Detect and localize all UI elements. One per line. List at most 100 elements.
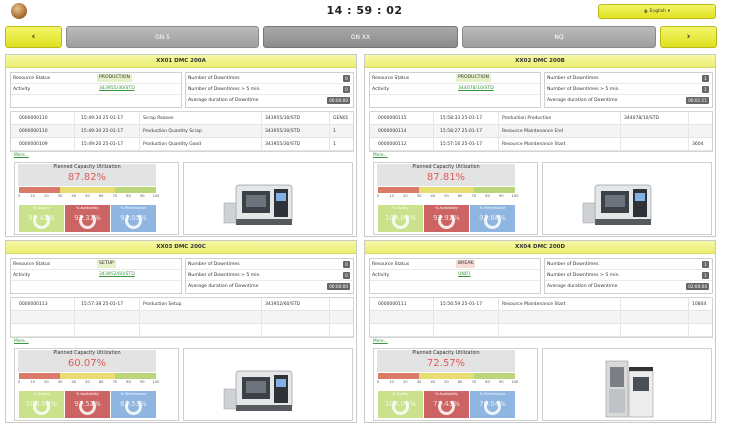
table-row[interactable]: 0000000111 15:56:59 25-01-17 Resource Ma…	[370, 298, 712, 311]
axis-tick: 90	[499, 380, 504, 384]
event-id: 0000000109	[19, 142, 48, 147]
scale-red	[19, 373, 61, 379]
table-row[interactable]: 0000000112 15:57:16 25-01-17 Resource Ma…	[370, 138, 712, 151]
performance-value: 91.68%	[479, 214, 506, 222]
table-row[interactable]: 0000000114 15:58:27 25-01-17 Resource Ma…	[370, 125, 712, 138]
col-divider	[688, 112, 689, 151]
event-time: 15:49:34 25-01-17	[81, 116, 124, 121]
downtimes-label: Number of Downtimes	[188, 262, 240, 267]
axis-tick: 20	[403, 194, 408, 198]
status-box: Resource Status PRODUCTION Activity 3439…	[10, 72, 182, 108]
machine-panel: XX01 DMC 200A Resource Status PRODUCTION…	[5, 54, 357, 237]
col-divider	[261, 298, 262, 337]
downtimes-5-label: Number of Downtimes > 5 min.	[188, 87, 261, 92]
pcu-header: Planned Capacity Utilization 87.81%	[377, 164, 515, 186]
availability-label: % Availability	[435, 392, 458, 396]
more-link[interactable]: More...	[14, 339, 29, 344]
pcu-value: 87.82%	[67, 172, 107, 183]
avg-duration-value: 02:00:04	[686, 283, 709, 290]
table-row[interactable]	[11, 311, 353, 324]
machining-center-image	[223, 370, 293, 411]
downtimes-5-label: Number of Downtimes > 5 min.	[188, 273, 261, 278]
table-row[interactable]: 0000000110 15:49:34 25-01-17 Production …	[11, 125, 353, 138]
availability-tile[interactable]: % Availability 97.52%	[65, 391, 110, 418]
tab-gnxx[interactable]: GN XX	[263, 26, 458, 48]
performance-tile[interactable]: % Performance 61.53%	[111, 391, 156, 418]
more-link[interactable]: More...	[373, 339, 388, 344]
availability-tile[interactable]: % Availability 92.32%	[65, 205, 110, 232]
capacity-utilization-widget: Planned Capacity Utilization 72.57% 0 10 2…	[373, 348, 538, 421]
table-row[interactable]: 0000000109 15:49:20 25-01-17 Production …	[11, 138, 353, 151]
language-selector[interactable]: 🌐︎ English ▾	[598, 4, 716, 19]
more-link[interactable]: More...	[373, 153, 388, 158]
activity-label: Activity	[13, 87, 31, 92]
event-description: Production Setup	[143, 302, 182, 307]
event-extra: 3604	[692, 142, 704, 147]
table-row[interactable]	[11, 324, 353, 337]
activity-link[interactable]: 343952/60/STD	[97, 271, 137, 279]
activity-link[interactable]: UN01	[456, 271, 473, 279]
utilization-scale-bar	[19, 187, 156, 193]
tab-gn5[interactable]: GN 5	[66, 26, 259, 48]
event-time: 15:49:20 25-01-17	[81, 142, 124, 147]
prev-button[interactable]: ‹	[5, 26, 62, 48]
machining-center-image	[582, 184, 652, 225]
event-id: 0000000114	[378, 129, 407, 134]
event-description: Production Production	[502, 116, 552, 121]
capacity-utilization-widget: Planned Capacity Utilization 87.81% 0 10 2…	[373, 162, 538, 235]
axis-tick: 70	[471, 194, 477, 198]
availability-tile[interactable]: % Availability 97.92%	[424, 205, 469, 232]
axis-tick: 90	[499, 194, 504, 198]
event-description: Scrap Reason	[143, 116, 174, 121]
event-id: 0000000115	[378, 116, 407, 121]
performance-label: % Performance	[479, 392, 506, 396]
event-time: 15:57:16 25-01-17	[440, 142, 483, 147]
event-id: 0000000110	[19, 116, 48, 121]
downtimes-5-count: 0	[343, 272, 350, 279]
machine-image-box	[183, 162, 353, 235]
performance-tile[interactable]: % Performance 76.04%	[470, 391, 515, 418]
more-link[interactable]: More...	[14, 153, 29, 158]
event-description: Resource Maintenance Start	[502, 142, 566, 147]
status-box: Resource Status SETUP Activity 343952/60…	[10, 258, 182, 294]
tab-nq[interactable]: NQ	[462, 26, 656, 48]
scale-green	[473, 373, 515, 379]
pcu-header: Planned Capacity Utilization 72.57%	[377, 350, 515, 372]
next-button[interactable]: ›	[660, 26, 717, 48]
col-divider	[329, 298, 330, 337]
axis-tick: 40	[71, 194, 77, 198]
quality-tile[interactable]: % Quality 100.00%	[378, 391, 423, 418]
quality-tile[interactable]: % Quality 100.00%	[19, 391, 64, 418]
activity-link[interactable]: 344078/10/STD	[456, 85, 496, 93]
axis-tick: 90	[140, 380, 145, 384]
activity-link[interactable]: 343955/30/STD	[97, 85, 137, 93]
axis-tick: 80	[126, 380, 131, 384]
col-divider	[433, 298, 434, 337]
table-row[interactable]: 0000000115 15:58:33 25-01-17 Production …	[370, 112, 712, 125]
table-row[interactable]: 0000000110 15:49:34 25-01-17 Scrap Reaso…	[11, 112, 353, 125]
performance-tile[interactable]: % Performance 91.05%	[111, 205, 156, 232]
table-row[interactable]	[370, 311, 712, 324]
quality-tile[interactable]: % Quality 100.00%	[378, 205, 423, 232]
downtimes-5-label: Number of Downtimes > 5 min.	[547, 87, 620, 92]
event-log-table: 0000000113 15:57:38 25-01-17 Production …	[10, 297, 354, 338]
axis-tick: 60	[98, 194, 104, 198]
availability-tile[interactable]: % Availability 72.43%	[424, 391, 469, 418]
axis-tick: 20	[44, 380, 49, 384]
axis-tick: 0	[376, 380, 380, 384]
event-time: 15:57:38 25-01-17	[81, 302, 124, 307]
axis-tick: 30	[57, 380, 63, 384]
table-row[interactable]	[370, 324, 712, 337]
axis-tick: 80	[485, 380, 490, 384]
table-row[interactable]: 0000000113 15:57:38 25-01-17 Production …	[11, 298, 353, 311]
scale-green	[473, 187, 515, 193]
downtimes-label: Number of Downtimes	[547, 262, 599, 267]
event-description: Production Quantity Good	[143, 142, 202, 147]
performance-tile[interactable]: % Performance 91.68%	[470, 205, 515, 232]
quality-tile[interactable]: % Quality 99.42%	[19, 205, 64, 232]
col-divider	[139, 298, 140, 337]
scale-red	[378, 373, 420, 379]
activity-label: Activity	[372, 273, 390, 278]
avg-duration-label: Average duration of Downtime	[188, 98, 259, 103]
axis-tick: 20	[403, 380, 408, 384]
